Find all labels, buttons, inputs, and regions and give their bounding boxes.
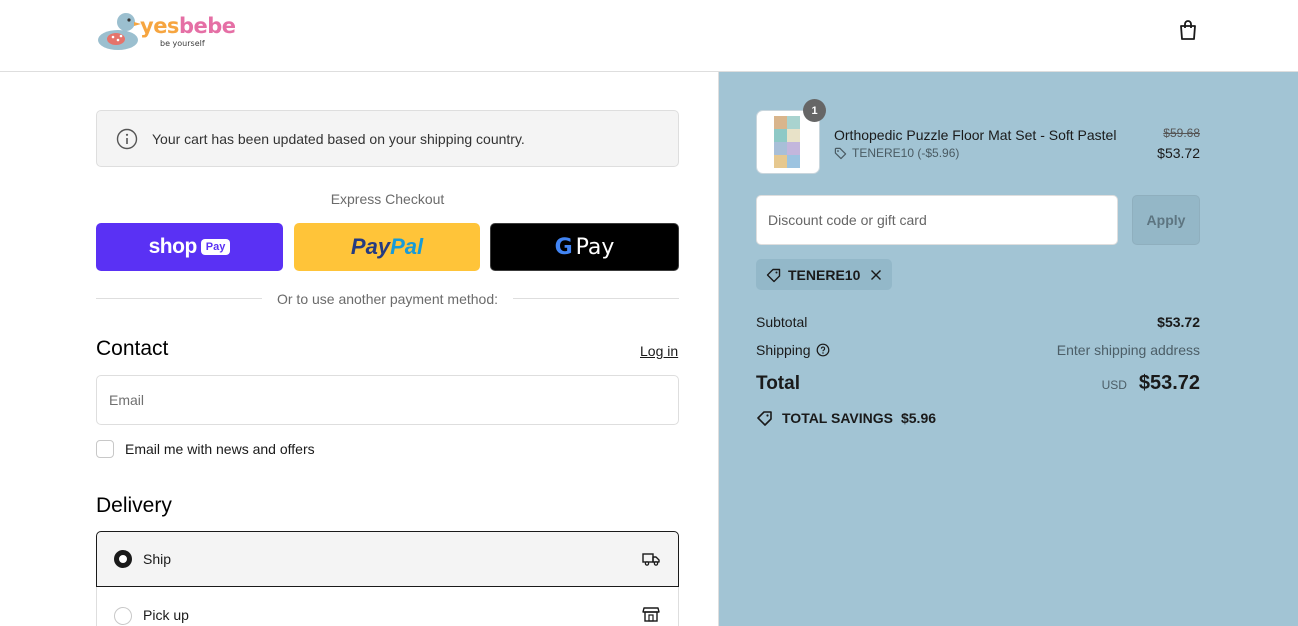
shop-pay-button[interactable]: shop Pay [96, 223, 283, 271]
email-field[interactable] [96, 375, 679, 425]
pickup-radio[interactable] [114, 607, 132, 625]
remove-code-icon[interactable] [870, 269, 882, 281]
shopping-bag-icon [1180, 20, 1196, 40]
payment-divider: Or to use another payment method: [96, 289, 679, 309]
applied-code-label: TENERE10 [788, 266, 861, 283]
paypal-wordmark-pay: Pay [350, 234, 391, 259]
applied-discount-chip: TENERE10 [756, 259, 893, 290]
tag-icon [766, 268, 781, 282]
total-savings: TOTAL SAVINGS $5.96 [756, 409, 936, 427]
cart-updated-notice: Your cart has been updated based on your… [96, 110, 679, 167]
divider-line [513, 298, 679, 299]
product-name: Orthopedic Puzzle Floor Mat Set - Soft P… [834, 127, 1117, 143]
shop-pay-chip: Pay [200, 239, 231, 255]
savings-label: TOTAL SAVINGS [782, 410, 893, 426]
price-original: $59.68 [1163, 126, 1200, 140]
newsletter-checkbox[interactable] [96, 440, 114, 458]
subtotal-row: Subtotal $53.72 [756, 314, 1200, 330]
brand-tagline: be yourself [160, 39, 205, 48]
discount-code-input[interactable] [756, 195, 1118, 245]
total-value: $53.72 [1138, 372, 1200, 394]
truck-icon [642, 553, 660, 566]
ship-label: Ship [143, 551, 172, 567]
info-icon [116, 128, 138, 149]
subtotal-value: $53.72 [1157, 314, 1200, 330]
contact-heading: Contact [96, 337, 169, 360]
savings-tag-icon [757, 411, 772, 426]
google-g-icon: G [554, 234, 573, 260]
brand-logo[interactable]: yesbebe be yourself [96, 8, 236, 56]
shop-pay-wordmark: shop [148, 235, 198, 258]
total-row: Total USD $53.72 [756, 372, 1200, 395]
delivery-option-ship[interactable]: Ship [96, 531, 679, 587]
login-link[interactable]: Log in [640, 343, 678, 359]
google-pay-button[interactable]: G Pay [490, 223, 679, 271]
paypal-wordmark-pal: Pal [390, 234, 424, 259]
divider-text: Or to use another payment method: [276, 291, 498, 307]
help-icon[interactable] [816, 343, 830, 357]
delivery-option-pickup[interactable]: Pick up [96, 587, 679, 626]
newsletter-option[interactable]: Email me with news and offers [96, 440, 315, 458]
store-icon [642, 607, 660, 622]
ship-radio[interactable] [114, 550, 132, 568]
site-header: yesbebe be yourself [0, 0, 1298, 72]
savings-value: $5.96 [900, 410, 937, 426]
paypal-button[interactable]: Pay Pal [294, 223, 480, 271]
bird-logo-icon [98, 13, 141, 50]
notice-text: Your cart has been updated based on your… [152, 130, 525, 147]
product-discount: TENERE10 (-$5.96) [834, 146, 959, 160]
newsletter-label: Email me with news and offers [125, 441, 315, 457]
delivery-heading: Delivery [96, 494, 172, 517]
apply-discount-button[interactable]: Apply [1132, 195, 1200, 245]
express-checkout-title: Express Checkout [330, 191, 445, 207]
subtotal-label: Subtotal [756, 314, 808, 330]
brand-wordmark: yesbebe [140, 14, 236, 38]
cart-button[interactable] [1176, 18, 1200, 42]
quantity-badge: 1 [803, 99, 826, 122]
shipping-label: Shipping [756, 342, 811, 358]
pickup-label: Pick up [143, 607, 189, 623]
tag-icon [834, 147, 847, 159]
currency-code: USD [1101, 378, 1127, 392]
price-final: $53.72 [1157, 145, 1200, 161]
total-label: Total [756, 373, 800, 394]
google-pay-label: Pay [575, 234, 615, 260]
shipping-row: Shipping Enter shipping address [756, 342, 1200, 358]
product-discount-label: TENERE10 (-$5.96) [852, 146, 960, 160]
shipping-value: Enter shipping address [1056, 342, 1200, 358]
